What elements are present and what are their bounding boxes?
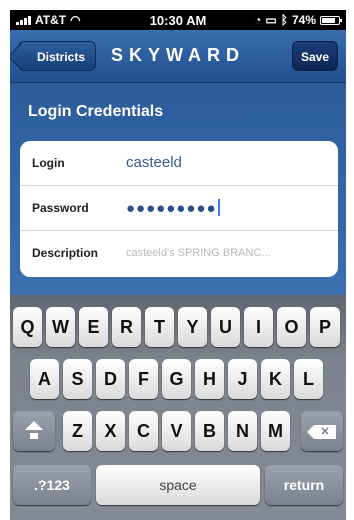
content-area: Login Credentials Login casteeld Passwor… bbox=[10, 83, 346, 295]
login-row[interactable]: Login casteeld bbox=[20, 141, 338, 186]
key-d[interactable]: D bbox=[96, 359, 125, 399]
description-row[interactable]: Description casteeld's SPRING BRANC... bbox=[20, 231, 338, 276]
space-key[interactable]: space bbox=[96, 465, 260, 505]
login-field[interactable]: casteeld bbox=[126, 154, 182, 171]
key-z[interactable]: Z bbox=[63, 411, 92, 451]
key-u[interactable]: U bbox=[211, 307, 240, 347]
key-k[interactable]: K bbox=[261, 359, 290, 399]
password-value: ●●●●●●●●● bbox=[126, 200, 217, 217]
delete-icon: ✕ bbox=[307, 425, 336, 440]
credentials-group: Login casteeld Password ●●●●●●●●● Descri… bbox=[20, 141, 338, 277]
battery-icon bbox=[320, 15, 342, 25]
key-x[interactable]: X bbox=[96, 411, 125, 451]
password-label: Password bbox=[32, 201, 89, 215]
key-g[interactable]: G bbox=[162, 359, 191, 399]
return-key[interactable]: return bbox=[265, 465, 343, 505]
bluetooth-icon: ᛒ bbox=[280, 13, 288, 27]
status-bar: AT&T ◠ 10:30 AM ◔ ▭ ᛒ 74% bbox=[10, 10, 346, 30]
key-v[interactable]: V bbox=[162, 411, 191, 451]
key-t[interactable]: T bbox=[145, 307, 174, 347]
key-l[interactable]: L bbox=[294, 359, 323, 399]
key-f[interactable]: F bbox=[129, 359, 158, 399]
key-c[interactable]: C bbox=[129, 411, 158, 451]
key-n[interactable]: N bbox=[228, 411, 257, 451]
key-j[interactable]: J bbox=[228, 359, 257, 399]
shift-key[interactable] bbox=[13, 411, 55, 451]
key-y[interactable]: Y bbox=[178, 307, 207, 347]
login-label: Login bbox=[32, 156, 65, 170]
section-title: Login Credentials bbox=[28, 103, 164, 120]
key-i[interactable]: I bbox=[244, 307, 273, 347]
nav-bar: Districts SKYWARD Save bbox=[10, 30, 346, 83]
key-h[interactable]: H bbox=[195, 359, 224, 399]
key-w[interactable]: W bbox=[46, 307, 75, 347]
password-row[interactable]: Password ●●●●●●●●● bbox=[20, 186, 338, 231]
shift-icon bbox=[25, 421, 43, 440]
numbers-key[interactable]: .?123 bbox=[13, 465, 91, 505]
phone-screen: AT&T ◠ 10:30 AM ◔ ▭ ᛒ 74% Districts SKYW… bbox=[10, 10, 346, 520]
description-field[interactable]: casteeld's SPRING BRANC... bbox=[126, 247, 271, 259]
alarm-icon: ◔ bbox=[254, 13, 262, 27]
text-cursor bbox=[217, 199, 220, 216]
status-right: ◔ ▭ ᛒ 74% bbox=[254, 13, 342, 27]
key-q[interactable]: Q bbox=[13, 307, 42, 347]
keyboard: Q W E R T Y U I O P A S D F G H J K L Z … bbox=[10, 295, 346, 520]
key-s[interactable]: S bbox=[63, 359, 92, 399]
key-b[interactable]: B bbox=[195, 411, 224, 451]
key-a[interactable]: A bbox=[30, 359, 59, 399]
key-o[interactable]: O bbox=[277, 307, 306, 347]
lock-icon: ▭ bbox=[265, 13, 277, 27]
key-p[interactable]: P bbox=[310, 307, 340, 347]
key-r[interactable]: R bbox=[112, 307, 141, 347]
screenshot-frame: AT&T ◠ 10:30 AM ◔ ▭ ᛒ 74% Districts SKYW… bbox=[0, 0, 354, 520]
key-e[interactable]: E bbox=[79, 307, 108, 347]
battery-percent: 74% bbox=[291, 13, 316, 27]
save-button[interactable]: Save bbox=[292, 41, 338, 71]
description-label: Description bbox=[32, 246, 99, 260]
key-m[interactable]: M bbox=[261, 411, 290, 451]
delete-key[interactable]: ✕ bbox=[301, 411, 343, 451]
password-field[interactable]: ●●●●●●●●● bbox=[126, 199, 220, 217]
